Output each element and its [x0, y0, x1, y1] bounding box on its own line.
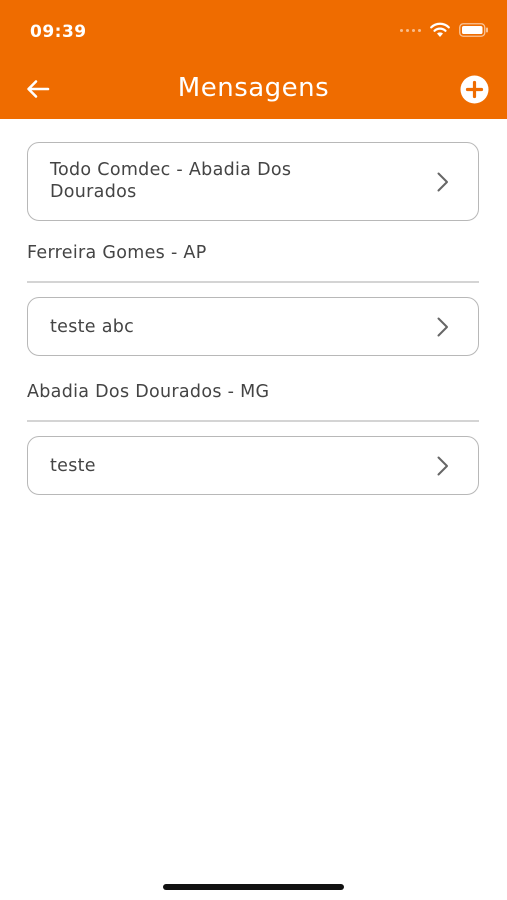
add-circle-icon [460, 75, 489, 104]
message-item-label: teste [50, 456, 96, 476]
header: 09:39 Mensagens [0, 0, 507, 119]
cellular-signal-icon [400, 28, 421, 32]
chevron-right-icon [437, 172, 448, 192]
group-title: Abadia Dos Dourados - MG [27, 382, 270, 402]
app-bar: Mensagens [0, 60, 507, 119]
home-indicator[interactable] [163, 884, 344, 890]
status-bar: 09:39 [0, 0, 507, 60]
message-item-label-line1: Todo Comdec - Abadia Dos [50, 160, 292, 180]
divider [27, 420, 479, 422]
message-item-label: teste abc [50, 317, 135, 337]
battery-icon [459, 23, 488, 37]
message-item-label-line2: Dourados [50, 182, 137, 202]
status-icons [400, 22, 489, 38]
screen: 09:39 Mensagens Todo Comdec - Abadia Dos… [0, 0, 507, 900]
divider [27, 281, 479, 283]
page-title: Mensagens [177, 73, 330, 103]
status-time: 09:39 [30, 22, 87, 42]
message-item[interactable]: Todo Comdec - Abadia Dos Dourados [27, 142, 479, 221]
chevron-right-icon [437, 456, 448, 476]
add-message-button[interactable] [460, 75, 489, 104]
message-item[interactable]: teste [27, 436, 479, 495]
chevron-right-icon [437, 317, 448, 337]
message-item-label: Todo Comdec - Abadia Dos Dourados [50, 159, 418, 203]
group-title: Ferreira Gomes - AP [27, 243, 207, 263]
wifi-icon [430, 22, 450, 37]
message-item[interactable]: teste abc [27, 297, 479, 356]
